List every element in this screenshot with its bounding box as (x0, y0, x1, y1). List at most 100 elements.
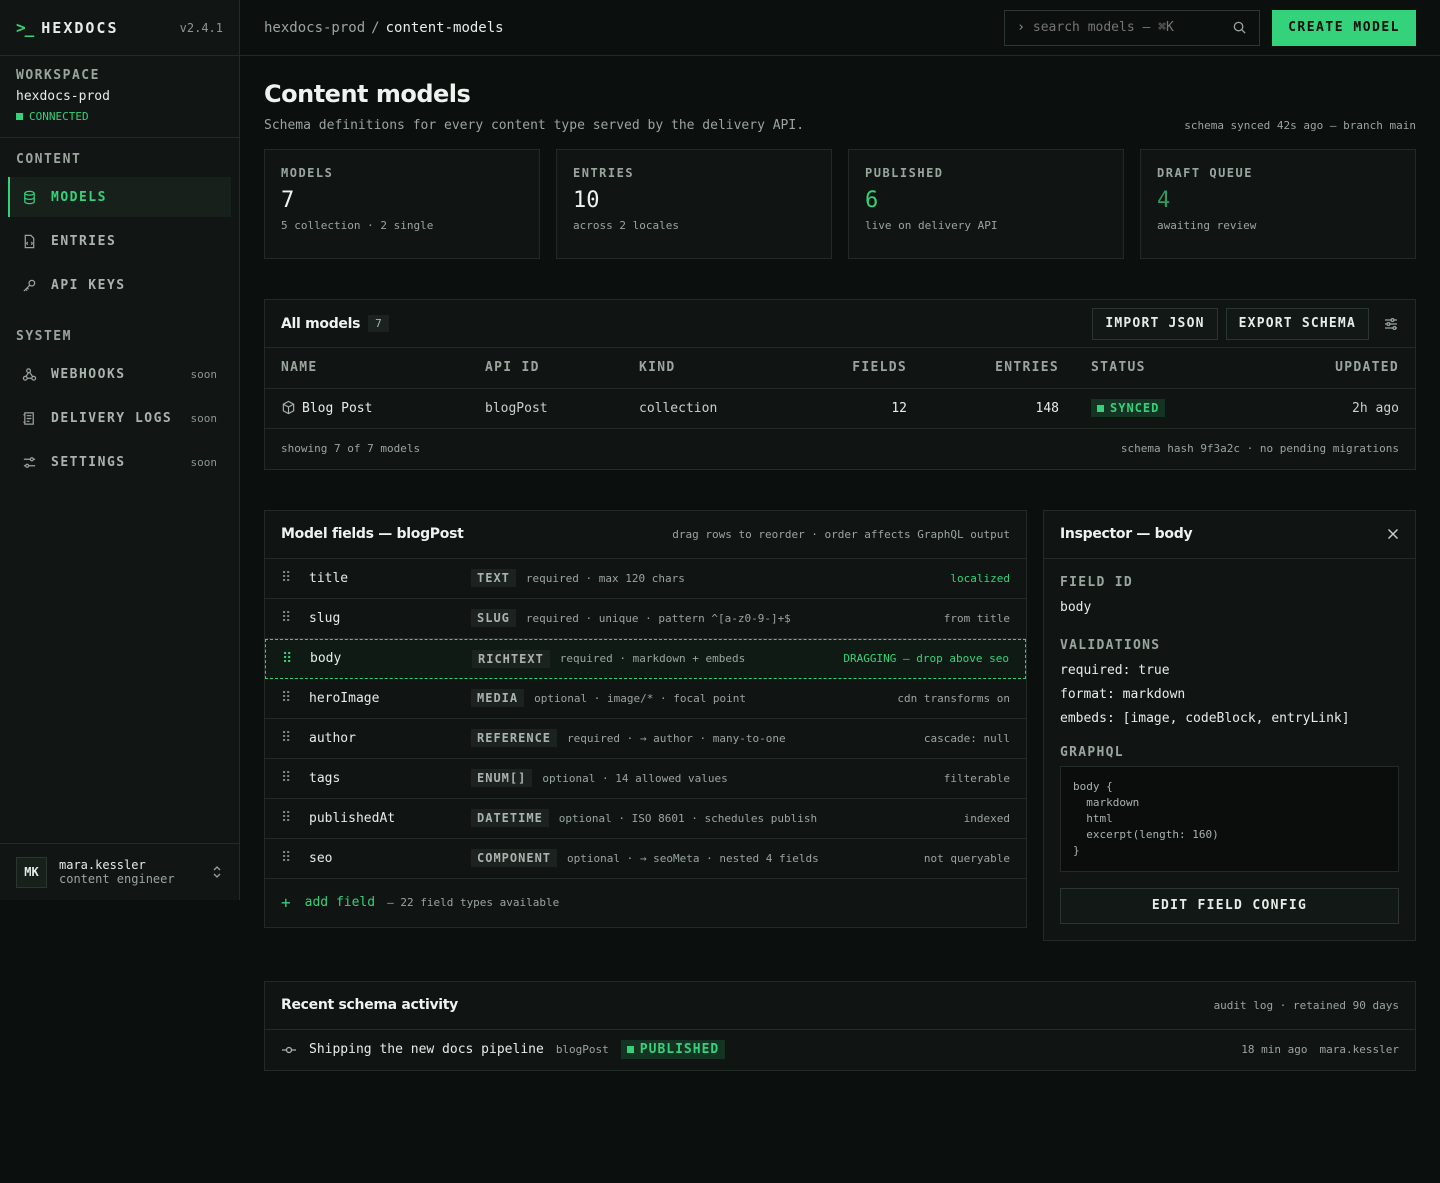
field-desc: optional · 14 allowed values (542, 771, 728, 785)
export-schema-button[interactable]: EXPORT SCHEMA (1225, 307, 1369, 340)
drag-handle-icon[interactable]: ⠿ (281, 850, 291, 866)
status-dot-icon (16, 113, 23, 120)
add-field-note: — 22 field types available (387, 896, 560, 909)
column-header[interactable]: STATUS (1075, 348, 1254, 389)
validations-label: VALIDATIONS (1060, 637, 1161, 653)
field-row-slug[interactable]: ⠿ slug SLUG required · unique · pattern ^[a… (265, 599, 1026, 639)
model-name-cell: Blog Post (265, 388, 469, 429)
sidebar-item-label: API KEYS (51, 277, 126, 293)
sidebar-item-settings[interactable]: SETTINGS soon (8, 442, 231, 482)
field-desc: required · unique · pattern ^[a-z0-9-]+$ (525, 611, 791, 625)
column-header[interactable]: KIND (623, 348, 793, 389)
stat-label: MODELS (281, 166, 334, 180)
table-footer-hash: schema hash 9f3a2c · no pending migratio… (1120, 442, 1399, 455)
updated-cell: 2h ago (1253, 388, 1415, 429)
activity-header: Recent schema activity audit log · retai… (265, 982, 1415, 1030)
prompt-chevron-icon: › (1017, 20, 1025, 35)
status-cell: SYNCED (1075, 388, 1254, 429)
stat-value: 10 (573, 188, 600, 213)
field-name: author (309, 730, 356, 746)
panel-title: Recent schema activity (281, 997, 458, 1013)
field-name: tags (309, 770, 341, 786)
activity-user: mara.kessler (1319, 1043, 1399, 1056)
field-row-tags[interactable]: ⠿ tags ENUM[] optional · 14 allowed values f… (265, 759, 1026, 799)
field-meta: from title (943, 611, 1010, 625)
field-row-seo[interactable]: ⠿ seo COMPONENT optional · → seoMeta · nest… (265, 839, 1026, 879)
table-header-row: NAME API ID KIND FIELDS ENTRIES STATUS U… (265, 348, 1415, 389)
fields-cell: 12 (793, 388, 923, 429)
soon-badge: soon (190, 455, 218, 469)
field-row-title[interactable]: ⠿ title TEXT required · max 120 chars locali… (265, 559, 1026, 599)
search-icon[interactable] (1232, 20, 1247, 35)
close-icon[interactable] (1387, 528, 1399, 540)
api-id-cell: blogPost (469, 388, 623, 429)
breadcrumb-current: content-models (385, 19, 504, 36)
sidebar-item-entries[interactable]: ENTRIES (8, 221, 231, 261)
table-row[interactable]: Blog Post blogPost collection 12 148 SYN… (265, 388, 1415, 429)
add-field-row[interactable]: + add field — 22 field types available (265, 879, 1026, 927)
sidebar-item-label: ENTRIES (51, 233, 117, 249)
search-input[interactable] (1032, 20, 1233, 35)
field-row-author[interactable]: ⠿ author REFERENCE required · → author · ma… (265, 719, 1026, 759)
stat-label: PUBLISHED (865, 166, 944, 180)
field-row-heroImage[interactable]: ⠿ heroImage MEDIA optional · image/* · foca… (265, 679, 1026, 719)
sidebar-item-webhooks[interactable]: WEBHOOKS soon (8, 354, 231, 394)
status-dot-icon (1097, 404, 1104, 412)
sidebar-item-delivery-logs[interactable]: DELIVERY LOGS soon (8, 398, 231, 438)
webhook-icon (22, 367, 37, 381)
model-fields-panel: Model fields — blogPost drag rows to reo… (264, 509, 1027, 928)
drag-handle-icon[interactable]: ⠿ (281, 770, 291, 786)
validation-item: format: markdown (1060, 686, 1186, 702)
workspace-name: hexdocs-prod (16, 89, 110, 104)
stat-note: live on delivery API (865, 219, 998, 232)
sync-note: schema synced 42s ago — branch main (1184, 119, 1416, 132)
column-header[interactable]: API ID (469, 348, 623, 389)
column-header[interactable]: UPDATED (1253, 348, 1415, 389)
filter-sliders-icon[interactable] (1383, 316, 1399, 332)
kind-cell: collection (623, 388, 793, 429)
column-header[interactable]: FIELDS (793, 348, 923, 389)
drag-handle-icon[interactable]: ⠿ (281, 690, 291, 706)
panel-title: Inspector — body (1060, 526, 1193, 542)
add-field-button[interactable]: add field (305, 895, 375, 910)
drag-handle-icon[interactable]: ⠿ (281, 810, 291, 826)
sidebar-item-models[interactable]: MODELS (8, 177, 231, 217)
drag-handle-icon[interactable]: ⠿ (282, 651, 292, 667)
search-box[interactable]: › (1004, 9, 1261, 46)
field-type-badge: ENUM[] (471, 769, 533, 787)
entries-cell: 148 (923, 388, 1075, 429)
table-footer: showing 7 of 7 models schema hash 9f3a2c… (265, 429, 1415, 469)
create-model-button[interactable]: CREATE MODEL (1272, 9, 1416, 46)
breadcrumb-root[interactable]: hexdocs-prod (264, 20, 365, 36)
breadcrumb: hexdocs-prod / content-models (264, 20, 504, 36)
graphql-label: GRAPHQL (1060, 744, 1124, 760)
activity-item[interactable]: Shipping the new docs pipeline blogPost … (265, 1030, 1415, 1070)
soon-badge: soon (190, 367, 218, 381)
import-json-button[interactable]: IMPORT JSON (1092, 307, 1218, 340)
column-header[interactable]: NAME (265, 348, 469, 389)
validations-list: required: true format: markdown embeds: … (1060, 659, 1399, 731)
drag-handle-icon[interactable]: ⠿ (281, 730, 291, 746)
cube-icon (282, 400, 295, 415)
status-dot-icon (626, 1046, 634, 1053)
activity-time: 18 min ago (1241, 1043, 1308, 1056)
field-row-body[interactable]: ⠿ body RICHTEXT required · markdown + embed… (265, 638, 1026, 679)
terminal-logo-icon: >_ (16, 18, 34, 37)
stat-card-models: MODELS 7 5 collection · 2 single (264, 149, 540, 259)
user-switcher[interactable]: MK mara.kessler content engineer (0, 843, 239, 900)
version-label: v2.4.1 (179, 20, 223, 35)
database-icon (24, 190, 35, 204)
drag-handle-icon[interactable]: ⠿ (281, 570, 291, 586)
field-row-publishedAt[interactable]: ⠿ publishedAt DATETIME optional · ISO 8601 … (265, 799, 1026, 839)
sidebar-item-api-keys[interactable]: API KEYS (8, 265, 231, 305)
stat-card-entries: ENTRIES 10 across 2 locales (556, 149, 832, 259)
edit-field-config-button[interactable]: EDIT FIELD CONFIG (1060, 887, 1399, 924)
model-name[interactable]: Blog Post (302, 401, 372, 416)
field-name: heroImage (309, 690, 380, 706)
field-desc: optional · → seoMeta · nested 4 fields (567, 851, 819, 865)
fields-panel-header: Model fields — blogPost drag rows to reo… (265, 511, 1026, 559)
field-type-badge: RICHTEXT (472, 649, 550, 668)
field-type-badge: MEDIA (471, 689, 525, 707)
column-header[interactable]: ENTRIES (923, 348, 1075, 389)
drag-handle-icon[interactable]: ⠿ (281, 610, 291, 626)
